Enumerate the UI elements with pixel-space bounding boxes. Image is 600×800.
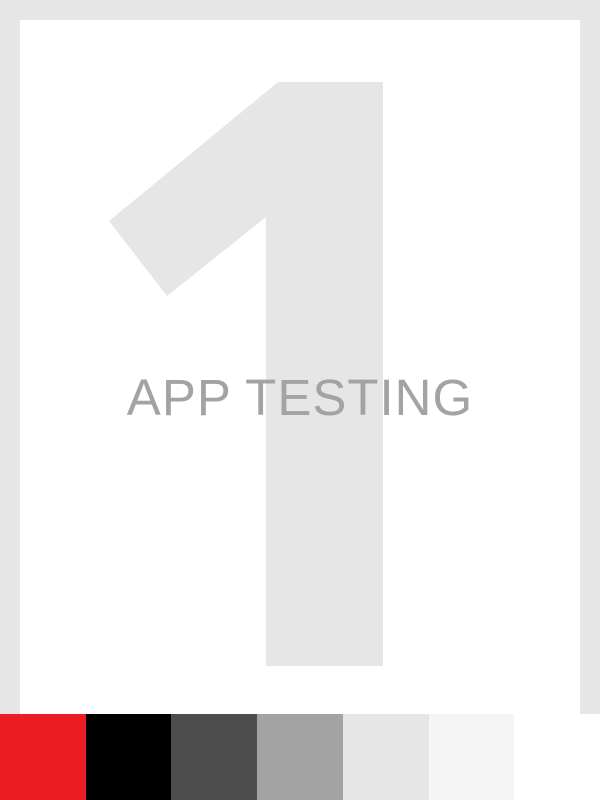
swatch-light-gray xyxy=(342,714,429,800)
swatch-dark-gray xyxy=(171,714,258,800)
swatch-white xyxy=(514,714,600,800)
swatch-off-white xyxy=(428,714,515,800)
swatch-black xyxy=(85,714,172,800)
swatch-mid-gray xyxy=(257,714,343,800)
color-palette-strip xyxy=(0,714,600,800)
page-title: APP TESTING xyxy=(126,369,474,426)
swatch-red xyxy=(0,714,86,800)
cover-card: APP TESTING xyxy=(20,20,580,714)
numeral-one-graphic xyxy=(109,82,383,666)
